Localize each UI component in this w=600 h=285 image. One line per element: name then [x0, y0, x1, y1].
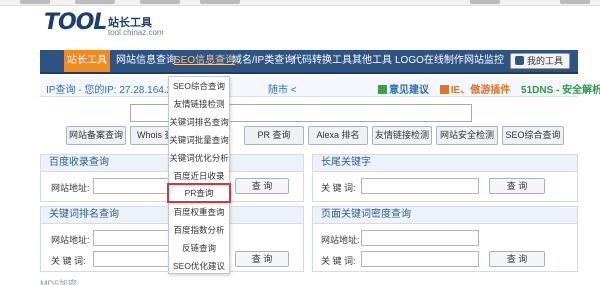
ip-text: IP查询 - 您的IP: 27.28.164.23 — [46, 85, 178, 96]
feedback-link[interactable]: 意见建议 — [389, 85, 429, 96]
site-url-label: 网站地址: — [51, 235, 90, 245]
query-button[interactable]: 查 询 — [489, 251, 545, 267]
menu-item-keyword-batch[interactable]: 关键词批量查询 — [169, 131, 229, 149]
panel-keyword-density: 页面关键词密度查询 网站地址: 关 键 词: 查 询 — [312, 206, 578, 272]
nav-item-site-info[interactable]: 网站信息查询 — [116, 50, 176, 72]
menu-item-seo-overview[interactable]: SEO综合查询 — [169, 77, 229, 95]
main-nav: 站长工具 网站信息查询 SEO信息查询 域名/IP类查询 代码转换工具 其他工具… — [40, 50, 578, 74]
query-button-icp[interactable]: 网站备案查询 — [66, 126, 126, 145]
panel-longtail: 长尾关键字 关 键 词: 查 询 — [312, 154, 578, 202]
infobar-links: 意见建议 IE、傲游插件 51DNS - 安全解析 — [378, 81, 600, 96]
menu-item-keyword-rank[interactable]: 关键词排名查询 — [169, 113, 229, 131]
keyword-label: 关 键 词: — [321, 183, 356, 193]
panel-title: 长尾关键字 — [313, 155, 577, 172]
nav-item-webmaster-tools[interactable]: 站长工具 — [64, 50, 110, 72]
query-button-security[interactable]: 网站安全检测 — [436, 126, 498, 145]
nav-item-other-tools[interactable]: 其他工具 — [352, 50, 392, 72]
menu-item-link-check[interactable]: 友情链接检测 — [169, 95, 229, 113]
site-url-label: 网站地址: — [51, 183, 90, 193]
wrench-icon — [514, 56, 524, 65]
plugin-link[interactable]: IE、傲游插件 — [451, 85, 510, 96]
menu-item-pr-query[interactable]: PR查询 — [167, 183, 231, 203]
next-panel-title: MD5加密 — [40, 279, 78, 285]
keyword-label: 关 键 词: — [321, 256, 356, 266]
logo-brand: TOOL — [44, 10, 107, 35]
menu-item-baidu-weight[interactable]: 百度权重查询 — [169, 203, 229, 221]
query-button-pr[interactable]: PR 查询 — [244, 126, 304, 145]
search-row — [40, 100, 578, 128]
keyword-input[interactable] — [361, 178, 479, 194]
menu-item-backlinks[interactable]: 反链查询 — [169, 239, 229, 257]
panel-title: 页面关键词密度查询 — [313, 207, 577, 224]
site-url-input[interactable] — [361, 230, 479, 246]
top-strip — [0, 0, 600, 6]
ip-city-text: 随市 < — [268, 85, 297, 96]
query-button[interactable]: 查 询 — [235, 251, 289, 267]
plugin-icon — [439, 85, 449, 94]
feedback-icon — [378, 85, 387, 94]
query-button[interactable]: 查 询 — [489, 178, 545, 194]
my-tools-label: 我的工具 — [526, 56, 563, 66]
query-button-alexa[interactable]: Alexa 排名 — [308, 126, 368, 145]
site-url-label: 网站地址: — [321, 235, 360, 245]
logo-domain: tool.chinaz.com — [108, 28, 164, 37]
menu-item-seo-advice[interactable]: SEO优化建议 — [169, 257, 229, 275]
nav-item-seo-info[interactable]: SEO信息查询 — [174, 50, 235, 72]
query-button-seo[interactable]: SEO综合查询 — [502, 126, 564, 145]
nav-item-site-monitor[interactable]: 网站监控 — [464, 50, 504, 72]
dns-link[interactable]: 51DNS - 安全解析 — [521, 85, 600, 96]
seo-dropdown-menu: SEO综合查询 友情链接检测 关键词排名查询 关键词批量查询 关键词优化分析 百… — [167, 76, 231, 275]
nav-item-code-convert[interactable]: 代码转换工具 — [292, 50, 352, 72]
query-button-links[interactable]: 友情链接检测 — [372, 126, 432, 145]
menu-item-baidu-index[interactable]: 百度指数分析 — [169, 221, 229, 239]
nav-item-domain-ip[interactable]: 域名/IP类查询 — [232, 50, 294, 72]
quick-query-buttons: 网站备案查询 Whois 查询 PR 查询 Alexa 排名 友情链接检测 网站… — [40, 126, 578, 148]
query-button[interactable]: 查 询 — [235, 178, 289, 194]
ip-info-bar: IP查询 - 您的IP: 27.28.164.23 随市 < 意见建议 IE、傲… — [40, 77, 600, 97]
nav-item-logo-maker[interactable]: LOGO在线制作 — [395, 50, 464, 72]
keyword-input[interactable] — [361, 251, 479, 267]
page: TOOL 站长工具 tool.chinaz.com 站长工具 网站信息查询 SE… — [0, 0, 600, 285]
menu-item-keyword-analysis[interactable]: 关键词优化分析 — [169, 149, 229, 167]
keyword-label: 关 键 词: — [51, 256, 86, 266]
my-tools-button[interactable]: 我的工具 — [509, 53, 570, 69]
